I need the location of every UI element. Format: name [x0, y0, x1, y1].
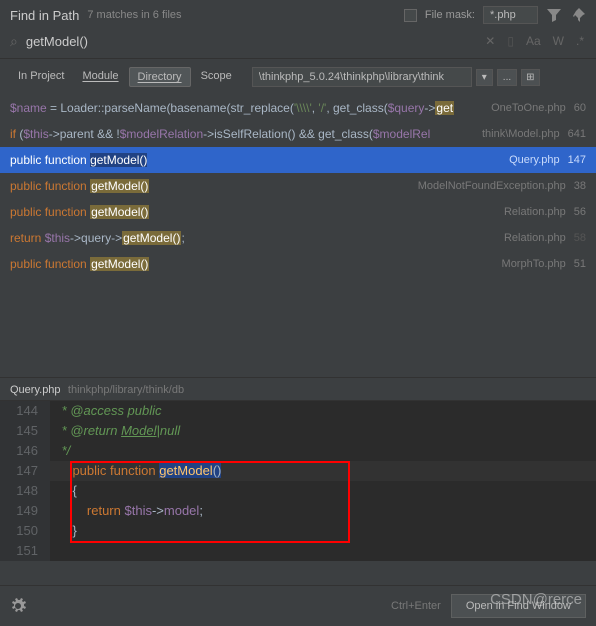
tab-in-project[interactable]: In Project — [10, 67, 72, 87]
tab-module[interactable]: Module — [74, 67, 126, 87]
open-find-window-button[interactable]: Open in Find Window — [451, 594, 586, 618]
result-row[interactable]: if ($this->parent && !$modelRelation->is… — [0, 121, 596, 147]
search-input[interactable] — [26, 34, 475, 49]
result-row[interactable]: public function getModel() MorphTo.php51 — [0, 251, 596, 277]
browse-button[interactable]: ... — [497, 69, 517, 86]
word-toggle[interactable]: W — [551, 32, 566, 50]
result-row-selected[interactable]: public function getModel() Query.php147 — [0, 147, 596, 173]
gear-icon[interactable] — [10, 598, 26, 614]
dialog-footer: Ctrl+Enter Open in Find Window — [0, 585, 596, 626]
result-row[interactable]: public function getModel() Relation.php5… — [0, 199, 596, 225]
filemask-input[interactable] — [483, 6, 538, 24]
result-row[interactable]: public function getModel() ModelNotFound… — [0, 173, 596, 199]
match-count: 7 matches in 6 files — [87, 9, 181, 21]
preview-filepath: thinkphp/library/think/db — [68, 384, 184, 396]
filter-icon[interactable] — [546, 7, 562, 23]
result-row[interactable]: return $this->query->getModel(); Relatio… — [0, 225, 596, 251]
case-toggle[interactable]: Aa — [524, 32, 543, 50]
code-preview[interactable]: 144 * @access public 145 * @return Model… — [0, 401, 596, 561]
result-row[interactable]: $name = Loader::parseName(basename(str_r… — [0, 95, 596, 121]
directory-path-input[interactable] — [252, 67, 472, 87]
recursive-toggle[interactable]: ⊞ — [521, 69, 539, 86]
regex-toggle[interactable]: .* — [574, 32, 586, 50]
history-icon[interactable]: ▯ — [505, 32, 516, 50]
filemask-checkbox[interactable] — [404, 9, 417, 22]
search-bar: ⌕ ✕ ▯ Aa W .* — [0, 30, 596, 59]
search-icon: ⌕ — [10, 33, 18, 50]
tab-directory[interactable]: Directory — [129, 67, 191, 87]
filemask-label: File mask: — [425, 9, 475, 21]
dialog-title: Find in Path — [10, 8, 79, 23]
preview-filename: Query.php — [10, 384, 61, 396]
scope-row: In Project Module Directory Scope ▾ ... … — [0, 59, 596, 95]
tab-scope[interactable]: Scope — [193, 67, 240, 87]
shortcut-hint: Ctrl+Enter — [391, 600, 441, 612]
preview-header: Query.php thinkphp/library/think/db — [0, 377, 596, 401]
clear-icon[interactable]: ✕ — [483, 32, 497, 50]
pin-icon[interactable] — [570, 7, 586, 23]
path-dropdown[interactable]: ▾ — [476, 69, 493, 86]
results-list: $name = Loader::parseName(basename(str_r… — [0, 95, 596, 277]
dialog-header: Find in Path 7 matches in 6 files File m… — [0, 0, 596, 30]
